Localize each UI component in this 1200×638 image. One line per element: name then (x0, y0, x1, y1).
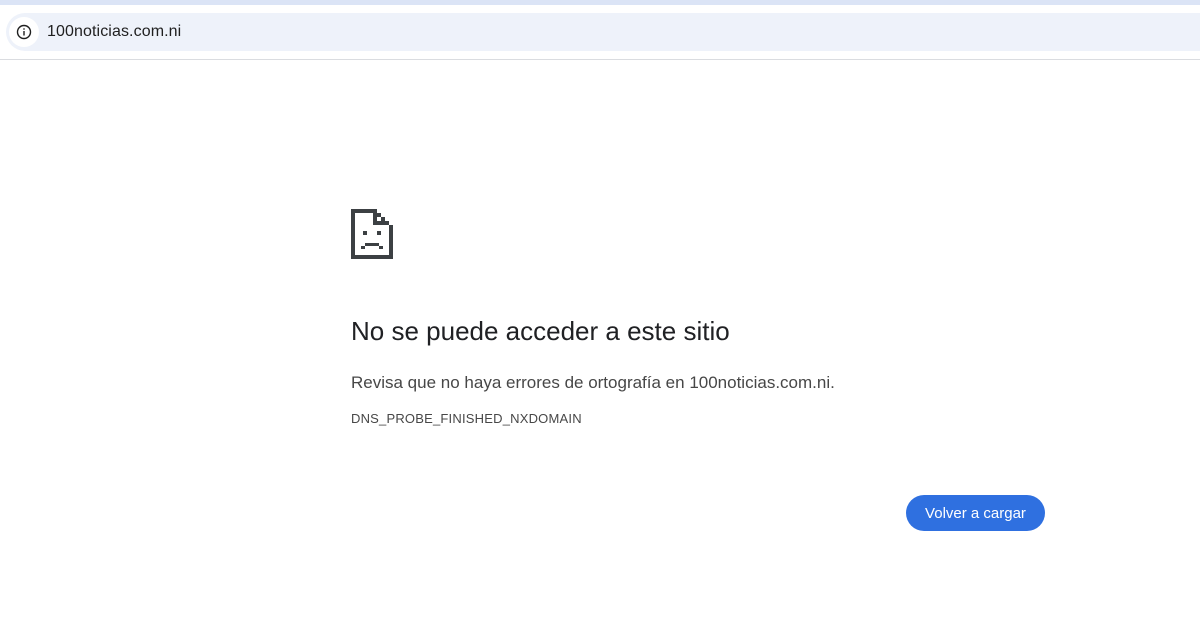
address-bar[interactable]: 100noticias.com.ni (6, 13, 1200, 51)
reload-button[interactable]: Volver a cargar (906, 495, 1045, 531)
sad-page-icon (351, 209, 393, 259)
error-title: No se puede acceder a este sitio (351, 316, 730, 346)
error-content: No se puede acceder a este sitio Revisa … (351, 209, 1051, 426)
error-description: Revisa que no haya errores de ortografía… (351, 373, 835, 392)
error-code: DNS_PROBE_FINISHED_NXDOMAIN (351, 411, 582, 426)
tab-strip-edge (0, 0, 1200, 5)
browser-toolbar: 100noticias.com.ni (0, 0, 1200, 60)
site-info-button[interactable] (9, 17, 39, 47)
info-icon (16, 24, 32, 40)
url-text[interactable]: 100noticias.com.ni (47, 23, 181, 41)
